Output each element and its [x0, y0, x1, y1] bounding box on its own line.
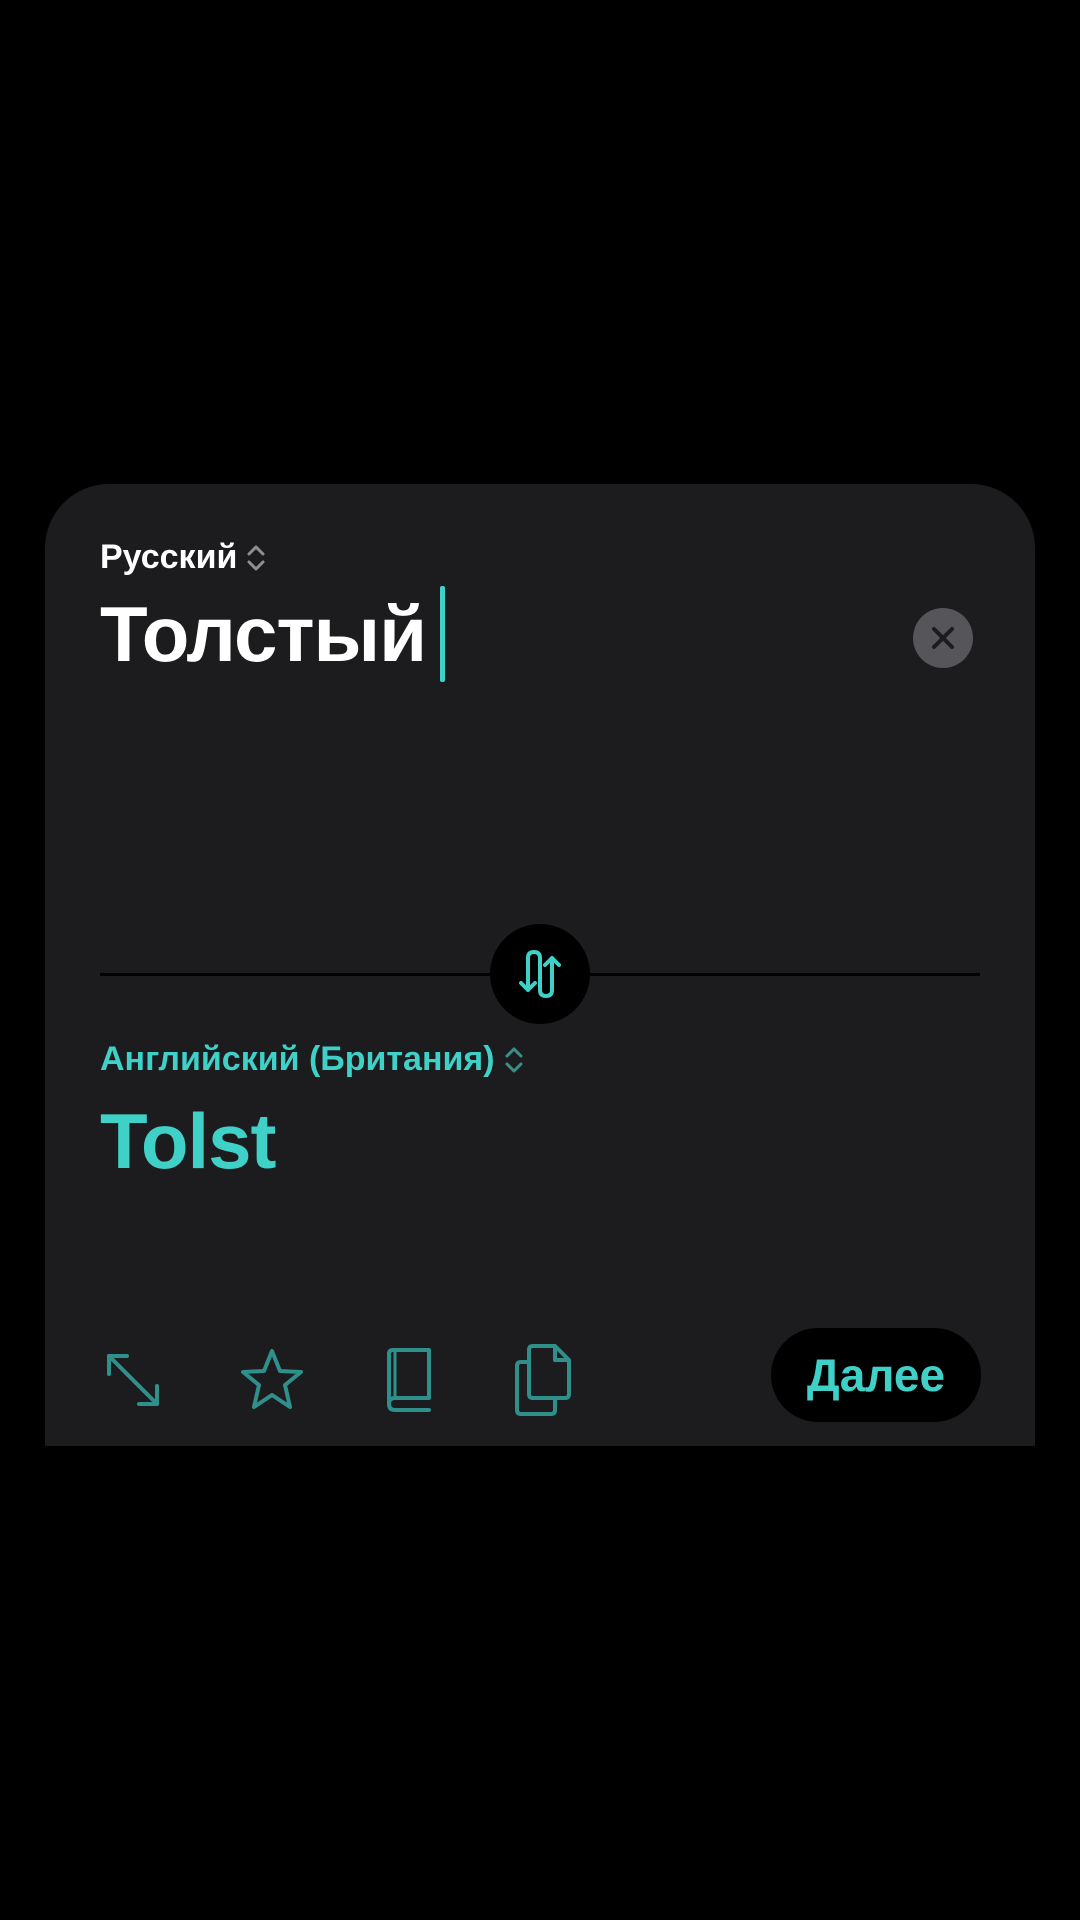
source-text: Толстый	[100, 589, 427, 678]
clear-button[interactable]	[913, 608, 973, 668]
star-icon	[241, 1349, 303, 1409]
close-icon	[932, 627, 954, 649]
dictionary-button[interactable]	[375, 1346, 443, 1414]
expand-button[interactable]	[99, 1346, 167, 1414]
source-language-label: Русский	[100, 538, 238, 576]
copy-button[interactable]	[509, 1344, 577, 1416]
swap-languages-button[interactable]	[490, 924, 590, 1024]
dictionary-book-icon	[387, 1348, 431, 1412]
source-text-input[interactable]: Толстый	[100, 586, 446, 682]
favorite-button[interactable]	[238, 1346, 306, 1414]
copy-icon	[515, 1344, 571, 1416]
translation-result: Tolst	[100, 1097, 277, 1185]
target-language-label: Английский (Британия)	[100, 1040, 495, 1078]
text-caret	[440, 586, 446, 682]
source-language-selector[interactable]: Русский	[100, 538, 267, 577]
expand-icon	[107, 1354, 159, 1406]
chevron-up-down-icon	[245, 541, 267, 575]
target-language-selector[interactable]: Английский (Британия)	[100, 1040, 525, 1079]
swap-arrows-icon	[519, 949, 561, 999]
translation-card: Русский Толстый Английский (Британия) To…	[45, 484, 1035, 1446]
next-button[interactable]: Далее	[771, 1328, 981, 1422]
chevron-up-down-icon	[503, 1043, 525, 1077]
